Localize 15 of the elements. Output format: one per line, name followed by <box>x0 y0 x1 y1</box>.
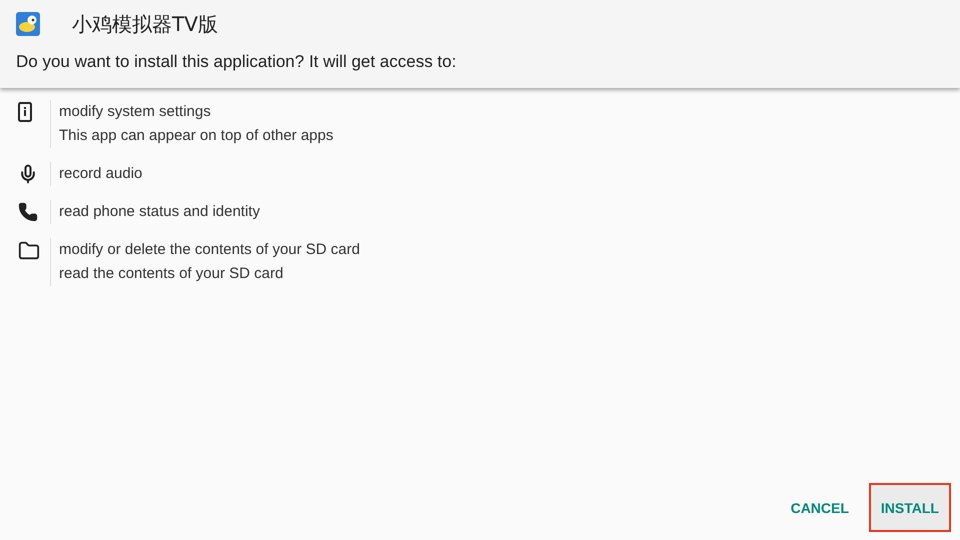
folder-icon <box>18 240 40 262</box>
permission-text: modify or delete the contents of your SD card <box>59 240 360 260</box>
app-title: 小鸡模拟器TV版 <box>72 10 218 38</box>
install-button[interactable]: INSTALL <box>868 483 951 532</box>
phone-info-icon <box>18 102 32 122</box>
permission-text: read phone status and identity <box>59 202 260 222</box>
microphone-icon <box>18 164 38 184</box>
install-prompt: Do you want to install this application? It will get access to: <box>16 52 458 72</box>
app-icon <box>16 12 40 36</box>
permission-text: modify system settings <box>59 102 212 122</box>
permission-text: read the contents of your SD card <box>59 264 284 284</box>
permission-text: record audio <box>59 164 142 184</box>
phone-icon <box>18 202 38 222</box>
permission-text: This app can appear on top of other apps <box>59 126 334 146</box>
cancel-button[interactable]: CANCEL <box>778 483 861 532</box>
